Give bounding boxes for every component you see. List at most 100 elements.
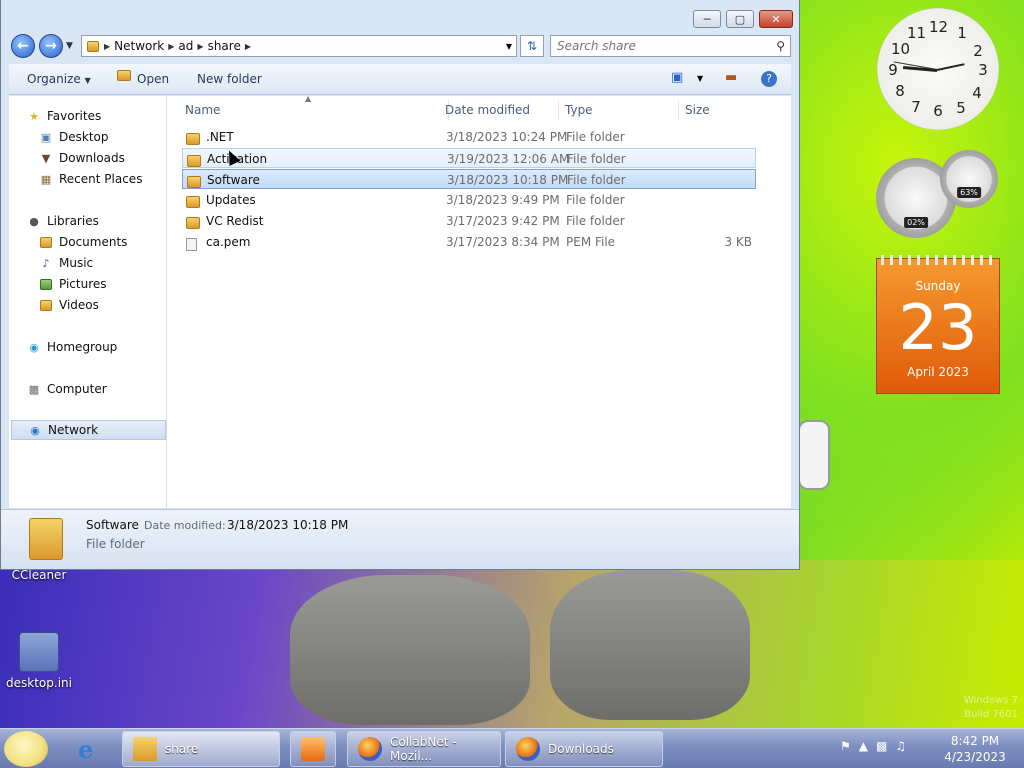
nav-recent-places-label: Recent Places <box>59 172 143 186</box>
breadcrumb-ad[interactable]: ad <box>178 39 193 53</box>
desktop-icon: ▣ <box>40 130 52 144</box>
breadcrumb-separator-icon[interactable]: ▶ <box>168 42 174 51</box>
file-row[interactable]: Updates 3/18/2023 9:49 PM File folder <box>182 190 756 210</box>
open-button[interactable]: Open <box>137 72 169 86</box>
ccleaner-label: CCleaner <box>11 568 67 582</box>
change-view-icon[interactable]: ▣ <box>671 70 683 85</box>
file-row[interactable]: .NET 3/18/2023 10:24 PM File folder <box>182 127 756 147</box>
nav-downloads[interactable]: ▼ Downloads <box>39 148 125 168</box>
taskbar-collabnet-firefox[interactable]: CollabNet - Mozil... <box>347 731 501 767</box>
nav-music[interactable]: ♪ Music <box>39 253 93 273</box>
nav-computer-label: Computer <box>47 382 107 396</box>
folder-icon <box>186 214 200 229</box>
nav-videos-label: Videos <box>59 298 99 312</box>
address-bar[interactable]: ▶ Network ▶ ad ▶ share ▶ ▼ <box>81 35 517 57</box>
breadcrumb-share[interactable]: share <box>208 39 241 53</box>
taskbar-share-label: share <box>165 742 199 756</box>
nav-network[interactable]: ◉ Network <box>11 420 166 440</box>
desktop-icon-ccleaner[interactable]: CCleaner <box>4 568 74 582</box>
breadcrumb-separator-icon[interactable]: ▶ <box>104 42 110 51</box>
title-bar[interactable]: ─ ▢ ✕ <box>1 0 799 32</box>
close-button[interactable]: ✕ <box>759 10 793 28</box>
nav-computer[interactable]: ▩ Computer <box>27 379 107 399</box>
network-error-icon[interactable]: ▲ <box>859 739 868 753</box>
desktop-icon-desktop-ini[interactable]: desktop.ini <box>4 632 74 690</box>
column-header-name[interactable]: Name <box>179 100 449 120</box>
clock-minute-hand <box>936 63 965 71</box>
taskbar-media-player[interactable] <box>290 731 336 767</box>
taskbar-downloads-firefox[interactable]: Downloads <box>505 731 663 767</box>
action-center-icon[interactable]: ⚑ <box>840 739 851 753</box>
new-folder-button[interactable]: New folder <box>197 72 262 86</box>
nav-desktop[interactable]: ▣ Desktop <box>39 127 109 147</box>
nav-documents[interactable]: Documents <box>39 232 127 252</box>
cpu-value: 02% <box>904 217 928 228</box>
nav-recent-places[interactable]: ▦ Recent Places <box>39 169 143 189</box>
recent-pages-dropdown-icon[interactable]: ▼ <box>66 41 73 51</box>
nav-libraries-label: Libraries <box>47 214 99 228</box>
taskbar-share-window[interactable]: share <box>122 731 280 767</box>
file-list-pane: ▲ Name Date modified Type Size .NET 3/18… <box>169 94 791 508</box>
breadcrumb-network[interactable]: Network <box>114 39 164 53</box>
clock-number: 11 <box>907 24 927 42</box>
libraries-icon: ● <box>29 214 39 228</box>
search-box[interactable]: ⚲ <box>550 35 791 57</box>
calendar-gadget[interactable]: Sunday 23 April 2023 <box>876 255 1000 394</box>
start-button[interactable] <box>4 731 48 767</box>
taskbar-clock[interactable]: 8:42 PM 4/23/2023 <box>940 733 1010 765</box>
internet-explorer-button[interactable]: e <box>72 731 108 767</box>
minimize-button[interactable]: ─ <box>693 10 721 28</box>
selected-folder-icon <box>29 518 63 560</box>
address-dropdown-icon[interactable]: ▼ <box>506 42 512 51</box>
forward-arrow-icon: → <box>45 38 57 54</box>
column-header-type[interactable]: Type <box>559 100 679 120</box>
back-button[interactable]: ← <box>11 34 35 58</box>
volume-muted-icon[interactable]: ♫ <box>895 739 906 753</box>
file-row[interactable]: Activation 3/19/2023 12:06 AM File folde… <box>182 148 756 168</box>
search-input[interactable] <box>557 39 757 53</box>
forward-button[interactable]: → <box>39 34 63 58</box>
nav-favorites[interactable]: ★ Favorites <box>27 106 101 126</box>
computer-icon: ▩ <box>28 382 40 396</box>
folder-icon <box>186 193 200 208</box>
file-row[interactable]: VC Redist 3/17/2023 9:42 PM File folder <box>182 211 756 231</box>
memory-gauge[interactable]: 63% <box>940 150 998 208</box>
nav-videos[interactable]: Videos <box>39 295 99 315</box>
breadcrumb-separator-icon[interactable]: ▶ <box>245 42 251 51</box>
nav-libraries[interactable]: ● Libraries <box>27 211 99 231</box>
documents-icon <box>39 235 53 249</box>
help-icon[interactable]: ? <box>761 71 777 87</box>
organize-button[interactable]: Organize ▼ <box>27 72 91 86</box>
details-type: File folder <box>86 537 145 551</box>
nav-pictures[interactable]: Pictures <box>39 274 107 294</box>
explorer-window[interactable]: ─ ▢ ✕ ← → ▼ ▶ Network ▶ ad ▶ share ▶ ▼ ⇅… <box>0 0 800 570</box>
back-arrow-icon: ← <box>17 38 29 54</box>
preview-pane-icon[interactable]: ▬ <box>725 70 737 85</box>
ini-file-icon <box>19 632 59 672</box>
search-icon[interactable]: ⚲ <box>776 39 785 53</box>
clock-number: 10 <box>891 40 911 58</box>
network-folder-icon <box>86 39 100 53</box>
nav-documents-label: Documents <box>59 235 128 249</box>
column-header-size[interactable]: Size <box>679 100 759 120</box>
music-icon: ♪ <box>42 256 50 270</box>
clock-number: 7 <box>911 98 921 116</box>
downloads-icon: ▼ <box>41 151 51 165</box>
refresh-button[interactable]: ⇅ <box>520 35 544 57</box>
breadcrumb-separator-icon[interactable]: ▶ <box>197 42 203 51</box>
view-options-chevron-icon[interactable]: ▼ <box>697 74 703 83</box>
system-tray: ⚑ ▲ ▩ ♫ <box>840 739 906 753</box>
nav-homegroup[interactable]: ◉ Homegroup <box>27 337 117 357</box>
file-row[interactable]: Software 3/18/2023 10:18 PM File folder <box>182 169 756 189</box>
clock-gadget[interactable]: 12 1 2 3 4 5 6 7 8 9 10 11 <box>877 8 999 130</box>
internet-explorer-icon: e <box>78 735 94 764</box>
maximize-button[interactable]: ▢ <box>726 10 754 28</box>
navigation-pane: ★ Favorites ▣ Desktop ▼ Downloads ▦ Rece… <box>9 96 167 508</box>
column-header-date-modified[interactable]: Date modified <box>439 100 559 120</box>
firefox-icon <box>358 737 382 761</box>
wallpaper-shoe-right <box>550 570 750 720</box>
network-status-icon[interactable]: ▩ <box>876 739 887 753</box>
minimize-icon: ─ <box>703 12 711 26</box>
details-pane: Software Date modified: 3/18/2023 10:18 … <box>1 509 799 569</box>
file-row[interactable]: ca.pem 3/17/2023 8:34 PM PEM File 3 KB <box>182 232 756 252</box>
